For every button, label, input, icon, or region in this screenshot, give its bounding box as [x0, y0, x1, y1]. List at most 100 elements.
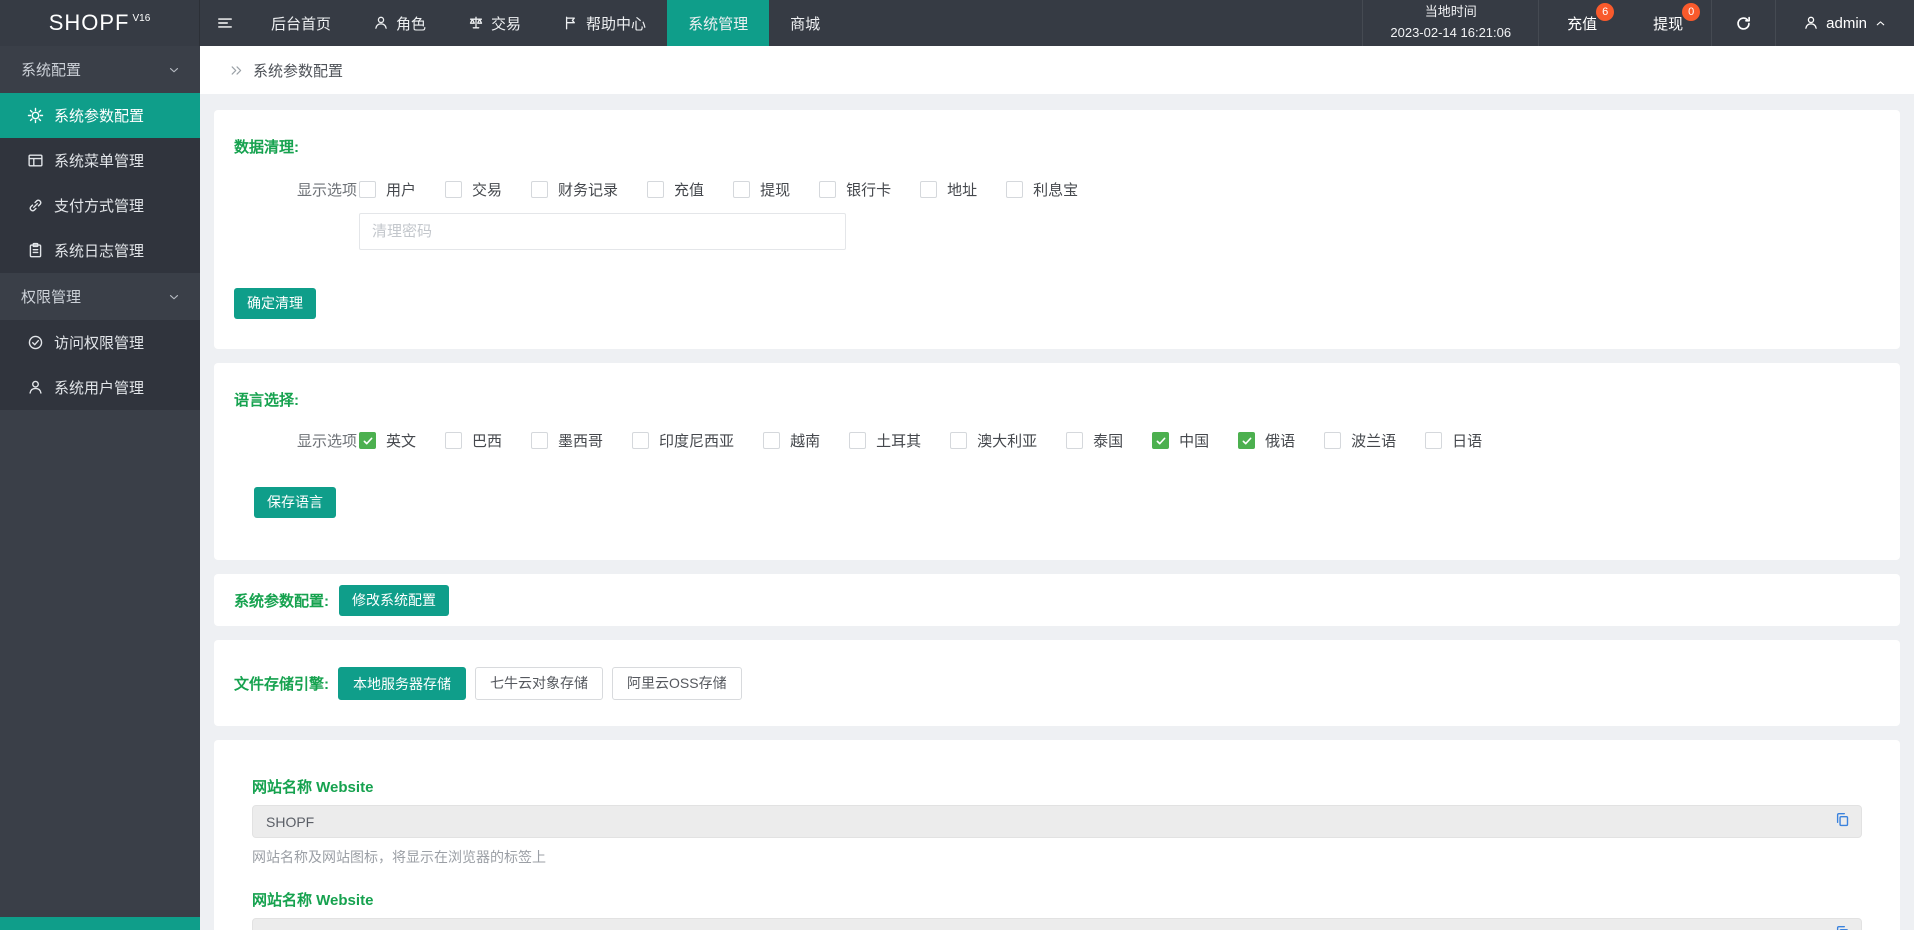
gear-icon: [27, 107, 44, 124]
checkbox-option[interactable]: 充值: [647, 179, 704, 200]
data-clean-title: 数据清理:: [234, 139, 299, 156]
website-input-wrap: [252, 918, 1862, 930]
sidebar-item[interactable]: 系统参数配置: [0, 93, 200, 138]
checkbox-option[interactable]: 英文: [359, 430, 416, 451]
checkbox-checked: [359, 432, 376, 449]
checkbox-option[interactable]: 越南: [763, 430, 820, 451]
checkbox-unchecked: [531, 432, 549, 449]
checkbox-label: 越南: [790, 433, 821, 450]
sys-config-card: 系统参数配置: 修改系统配置: [214, 574, 1900, 626]
checkbox-unchecked: [950, 432, 968, 449]
top-nav-item[interactable]: 商城: [769, 0, 841, 46]
sidebar-item-label: 访问权限管理: [54, 335, 145, 352]
app-logo: SHOPF V16: [0, 0, 200, 46]
checkbox-option[interactable]: 墨西哥: [531, 430, 603, 451]
checkbox-label: 交易: [472, 182, 503, 199]
top-nav-label: 系统管理: [688, 15, 749, 33]
withdraw-badge: 0: [1682, 3, 1701, 21]
checkbox-label: 泰国: [1093, 433, 1124, 450]
confirm-clean-button[interactable]: 确定清理: [234, 288, 316, 319]
checkbox-label: 印度尼西亚: [659, 433, 735, 450]
checkbox-option[interactable]: 交易: [445, 179, 502, 200]
checkbox-label: 提现: [760, 182, 791, 199]
sidebar-group-label: 权限管理: [21, 289, 82, 306]
checkbox-label: 波兰语: [1351, 433, 1397, 450]
hamburger-icon: [216, 14, 234, 32]
user-menu[interactable]: admin: [1775, 0, 1914, 46]
refresh-button[interactable]: [1711, 0, 1775, 46]
checkbox-label: 墨西哥: [558, 433, 604, 450]
sidebar-group-header[interactable]: 系统配置: [0, 46, 200, 93]
sidebar-item[interactable]: 系统用户管理: [0, 365, 200, 410]
checkbox-option[interactable]: 土耳其: [849, 430, 921, 451]
top-nav-label: 交易: [491, 15, 522, 33]
copy-icon[interactable]: [1834, 811, 1851, 833]
sidebar-item[interactable]: 系统菜单管理: [0, 138, 200, 183]
top-nav: 后台首页 角色 交易 帮助中心 系统管理 商城: [250, 0, 841, 46]
sidebar-item[interactable]: 系统日志管理: [0, 228, 200, 273]
checkbox-option[interactable]: 提现: [733, 179, 790, 200]
storage-options: 本地服务器存储 七牛云对象存储 阿里云OSS存储: [329, 666, 742, 700]
topbar: SHOPF V16 后台首页 角色 交易 帮助中心 系统管理 商城 当地时间 2023-0…: [0, 0, 1914, 46]
top-nav-item[interactable]: 交易: [447, 0, 542, 46]
checkbox-unchecked: [733, 181, 751, 198]
storage-option-button[interactable]: 七牛云对象存储: [475, 666, 603, 700]
top-nav-item[interactable]: 系统管理: [667, 0, 770, 46]
language-card: 语言选择: 显示选项 英文 巴西 墨西哥 印度尼西亚 越南 土耳其 澳大利亚 泰国 中国 俄语 波兰…: [214, 363, 1900, 560]
sidebar-group-header[interactable]: 权限管理: [0, 273, 200, 320]
checkbox-label: 俄语: [1265, 433, 1296, 450]
top-nav-item[interactable]: 帮助中心: [542, 0, 667, 46]
checkbox-option[interactable]: 用户: [359, 179, 416, 200]
top-nav-item[interactable]: 角色: [352, 0, 447, 46]
modify-config-button[interactable]: 修改系统配置: [339, 584, 449, 616]
storage-option-button[interactable]: 本地服务器存储: [338, 666, 466, 700]
app-logo-text: SHOPF: [48, 10, 130, 35]
checkbox-label: 日语: [1452, 433, 1483, 450]
website-name-input[interactable]: [252, 805, 1862, 838]
app-version: V16: [132, 13, 151, 24]
flag-icon: [563, 15, 579, 31]
withdraw-button[interactable]: 提现 0: [1625, 0, 1711, 46]
sidebar: 系统配置系统参数配置 系统菜单管理 支付方式管理 系统日志管理权限管理访问权限管理 系统…: [0, 46, 200, 930]
copy-icon[interactable]: [1834, 924, 1851, 930]
sys-config-label: 系统参数配置:: [234, 592, 329, 610]
checkbox-option[interactable]: 利息宝: [1006, 179, 1078, 200]
website-name-input[interactable]: [252, 918, 1862, 930]
sidebar-toggle-button[interactable]: [200, 0, 250, 46]
save-language-button[interactable]: 保存语言: [254, 487, 336, 518]
checkbox-label: 土耳其: [876, 433, 922, 450]
checkbox-label: 巴西: [472, 433, 503, 450]
checkbox-option[interactable]: 银行卡: [819, 179, 891, 200]
breadcrumb: 系统参数配置: [200, 46, 1914, 94]
checkbox-option[interactable]: 中国: [1152, 430, 1209, 451]
storage-option-button[interactable]: 阿里云OSS存储: [612, 666, 742, 700]
checkbox-option[interactable]: 地址: [920, 179, 977, 200]
user-name: admin: [1826, 14, 1867, 32]
checkbox-checked: [1152, 432, 1170, 449]
topbar-right: 当地时间 2023-02-14 16:21:06 充值 6 提现 0 admin: [1362, 0, 1914, 46]
checkbox-option[interactable]: 日语: [1425, 430, 1482, 451]
storage-label: 文件存储引擎:: [234, 675, 329, 693]
sidebar-group-label: 系统配置: [21, 62, 82, 79]
withdraw-label: 提现: [1653, 15, 1684, 33]
checkbox-option[interactable]: 波兰语: [1324, 430, 1396, 451]
sidebar-item-label: 系统用户管理: [54, 380, 145, 397]
sidebar-item[interactable]: 支付方式管理: [0, 183, 200, 228]
chevron-down-icon: [167, 63, 181, 77]
window-icon: [27, 152, 44, 169]
top-nav-item[interactable]: 后台首页: [250, 0, 352, 46]
local-time-label: 当地时间: [1424, 4, 1477, 20]
checkbox-option[interactable]: 巴西: [445, 430, 502, 451]
local-time-value: 2023-02-14 16:21:06: [1390, 25, 1512, 40]
checkbox-option[interactable]: 俄语: [1238, 430, 1295, 451]
clean-password-input[interactable]: [359, 213, 846, 250]
data-clean-options: 用户 交易 财务记录 充值 提现 银行卡 地址 利息宝: [359, 179, 1107, 200]
top-nav-label: 帮助中心: [586, 15, 647, 33]
checkbox-option[interactable]: 澳大利亚: [950, 430, 1037, 451]
checkbox-option[interactable]: 财务记录: [531, 179, 618, 200]
recharge-button[interactable]: 充值 6: [1539, 0, 1625, 46]
checkbox-option[interactable]: 印度尼西亚: [632, 430, 734, 451]
sidebar-item[interactable]: 访问权限管理: [0, 320, 200, 365]
checkbox-option[interactable]: 泰国: [1066, 430, 1123, 451]
checkbox-checked: [1238, 432, 1256, 449]
